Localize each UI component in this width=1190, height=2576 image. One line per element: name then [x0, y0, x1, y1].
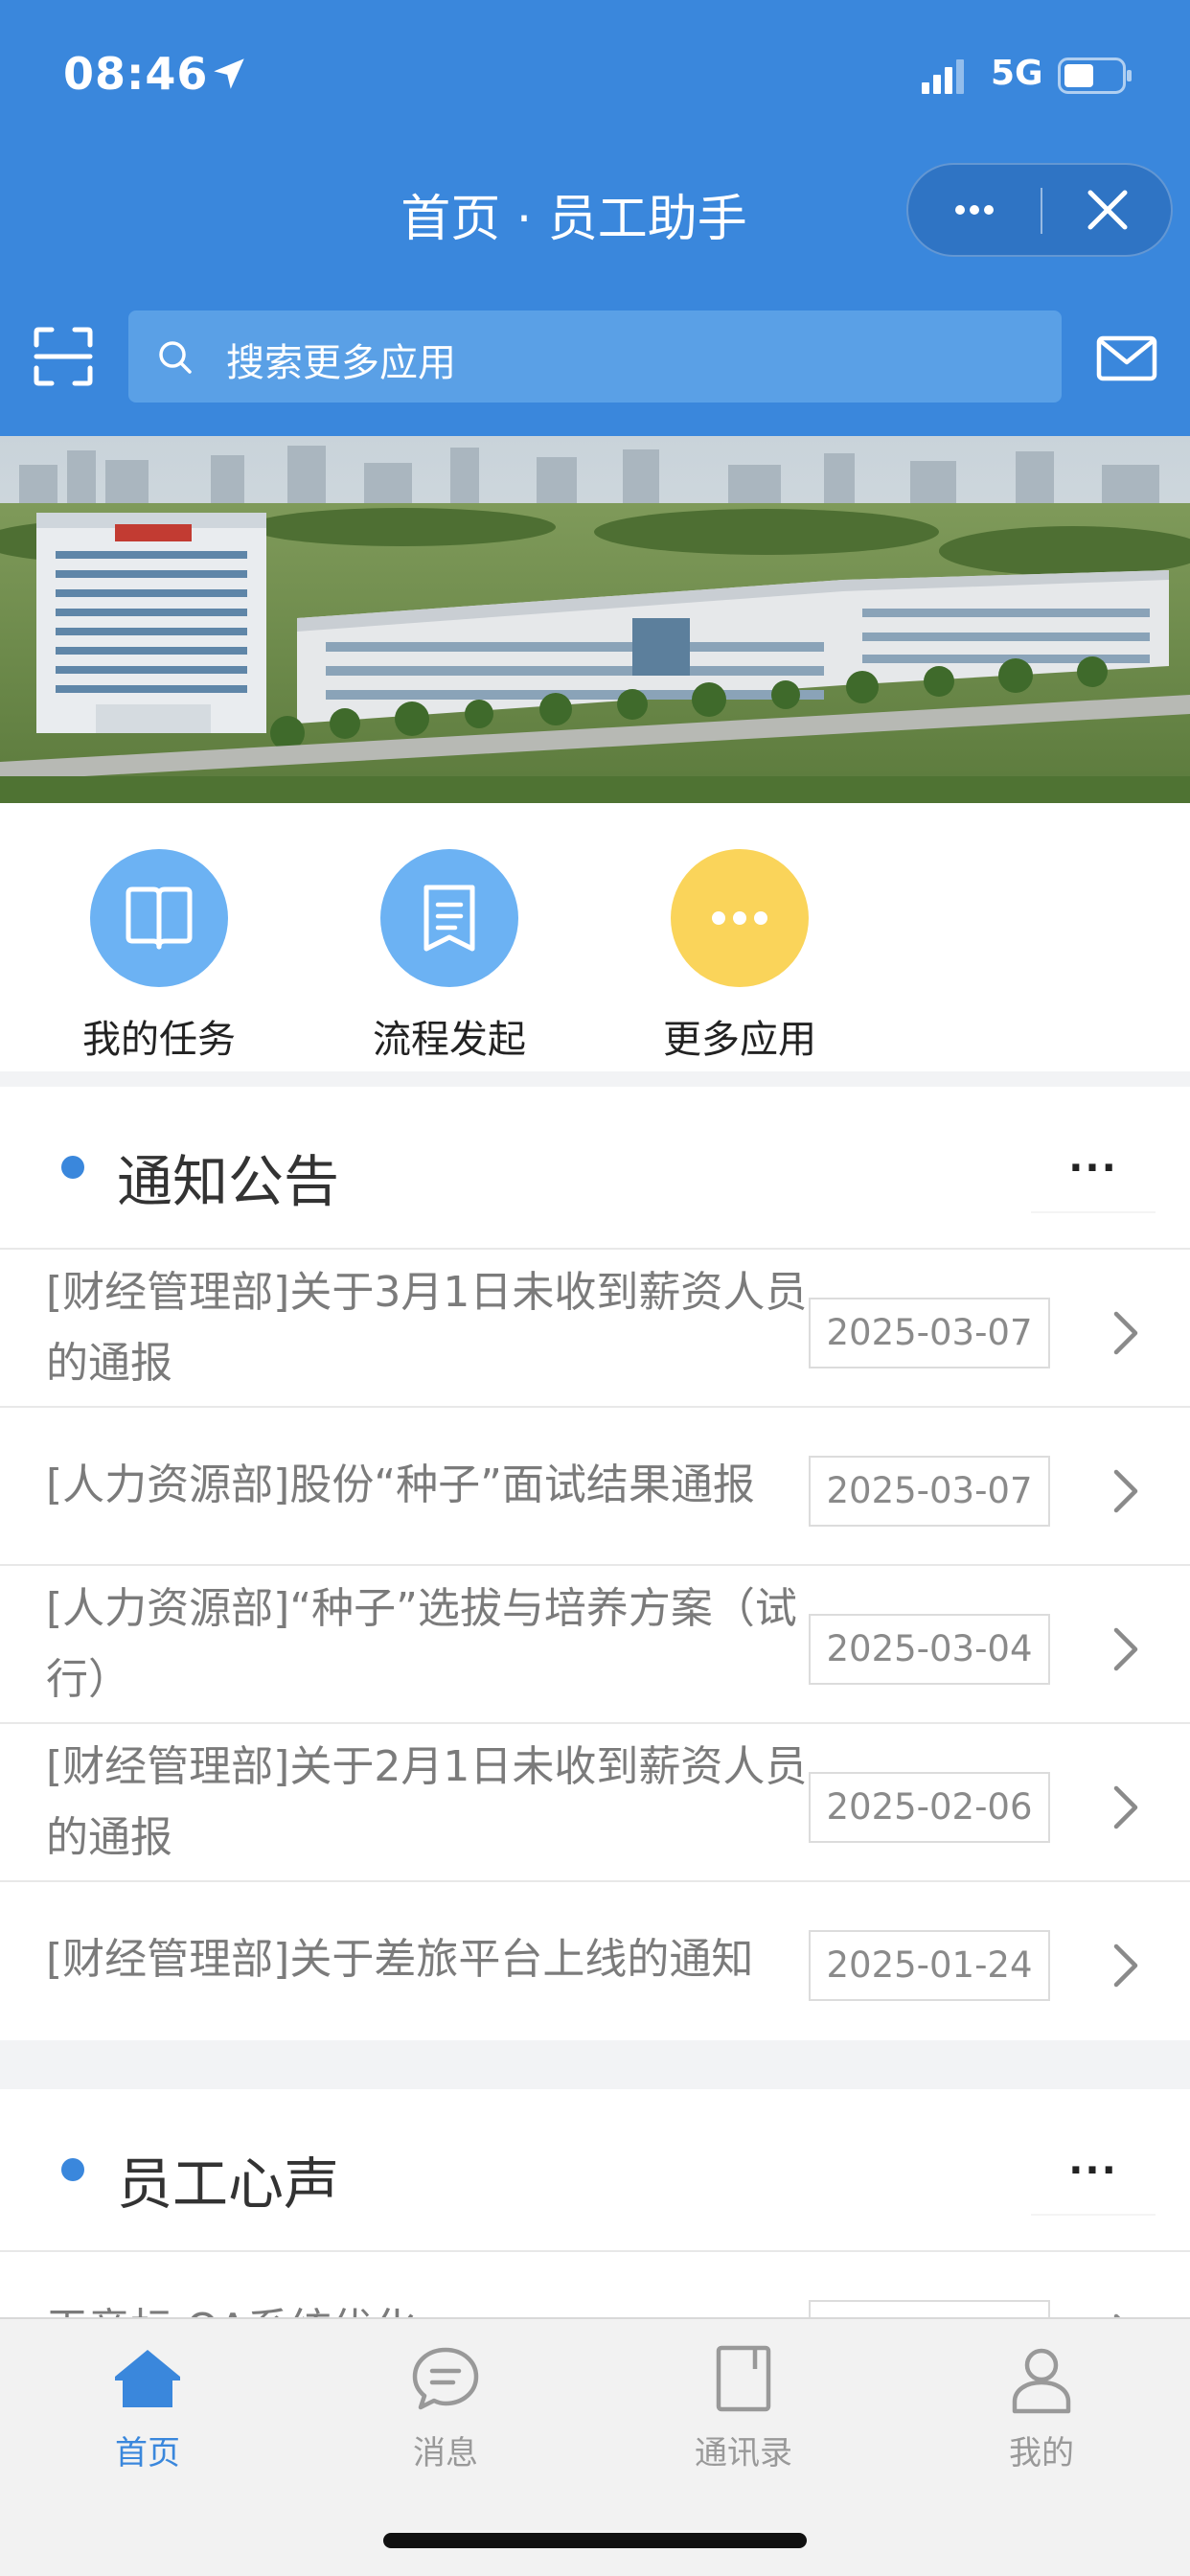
section-title: 通知公告 [117, 1149, 340, 1214]
more-menu-button[interactable] [908, 165, 1041, 255]
section-header: 通知公告 ... [0, 1087, 1190, 1248]
notice-date: 2025-03-07 [809, 1456, 1050, 1527]
status-time: 08:46 [63, 48, 209, 100]
quick-app-circle [380, 849, 518, 987]
tab-label: 首页 [115, 2434, 180, 2472]
search-placeholder: 搜索更多应用 [226, 341, 456, 385]
quick-app-more-apps[interactable]: 更多应用 [644, 849, 835, 1064]
network-type: 5G [991, 54, 1043, 93]
chevron-right-icon [1113, 1944, 1138, 1988]
notice-date: 2025-03-07 [809, 1298, 1050, 1368]
tab-home[interactable]: 首页 [42, 2340, 253, 2473]
voice-title: 王竞标 OA系统优化 [46, 2294, 812, 2317]
quick-app-my-tasks[interactable]: 我的任务 [63, 849, 255, 1064]
scan-icon[interactable] [33, 326, 94, 387]
mail-icon[interactable] [1096, 335, 1157, 381]
notice-row[interactable]: [财经管理部]关于差旅平台上线的通知 2025-01-24 [0, 1880, 1190, 2038]
section-header: 员工心声 ... [0, 2089, 1190, 2250]
voice-date: 2025-03-07 [809, 2300, 1050, 2317]
home-icon [115, 2350, 180, 2407]
notices-more-button[interactable]: ... [1031, 1137, 1156, 1213]
company-campus-banner[interactable] [0, 436, 1190, 803]
close-button[interactable] [1042, 165, 1173, 255]
notice-title: [财经管理部]关于3月1日未收到薪资人员的通报 [46, 1268, 808, 1388]
book-icon [126, 886, 193, 950]
notices-section: 通知公告 ... [财经管理部]关于3月1日未收到薪资人员的通报 2025-03… [0, 1087, 1190, 2040]
search-input[interactable]: 搜索更多应用 [128, 310, 1062, 402]
notice-row[interactable]: [人力资源部]“种子”选拔与培养方案（试行） 2025-03-04 [0, 1564, 1190, 1722]
notice-row[interactable]: [财经管理部]关于3月1日未收到薪资人员的通报 2025-03-07 [0, 1248, 1190, 1406]
tab-label: 消息 [413, 2434, 478, 2472]
location-arrow-icon [214, 58, 244, 89]
chevron-right-icon [1113, 1311, 1138, 1355]
quick-app-label: 更多应用 [663, 1018, 816, 1062]
chevron-right-icon [1113, 1785, 1138, 1829]
voices-section: 员工心声 ... 王竞标 OA系统优化 2025-03-07 [0, 2089, 1190, 2317]
document-icon [423, 885, 475, 952]
chevron-right-icon [1113, 1469, 1138, 1513]
quick-apps: 我的任务 流程发起 更多应用 [0, 803, 1190, 1071]
tab-messages[interactable]: 消息 [340, 2340, 551, 2473]
notice-title: [财经管理部]关于差旅平台上线的通知 [46, 1935, 754, 1984]
tab-label: 通讯录 [695, 2434, 792, 2472]
mini-program-capsule [906, 163, 1173, 257]
tab-contacts[interactable]: 通讯录 [638, 2340, 849, 2473]
home-indicator [383, 2533, 807, 2548]
tab-profile[interactable]: 我的 [936, 2340, 1147, 2473]
notice-row[interactable]: [人力资源部]股份“种子”面试结果通报 2025-03-07 [0, 1406, 1190, 1564]
quick-app-label: 流程发起 [373, 1018, 526, 1062]
quick-app-circle [90, 849, 228, 987]
notice-row[interactable]: [财经管理部]关于2月1日未收到薪资人员的通报 2025-02-06 [0, 1722, 1190, 1880]
section-bullet [61, 1156, 84, 1179]
more-dots-icon [712, 911, 767, 925]
battery-icon [1058, 58, 1132, 94]
quick-app-circle [671, 849, 809, 987]
notice-date: 2025-02-06 [809, 1772, 1050, 1843]
tab-label: 我的 [1009, 2434, 1074, 2472]
profile-icon [1012, 2348, 1071, 2414]
notice-title: [人力资源部]“种子”选拔与培养方案（试行） [46, 1584, 797, 1704]
voice-row[interactable]: 王竞标 OA系统优化 2025-03-07 [0, 2250, 1190, 2317]
notice-date: 2025-01-24 [809, 1930, 1050, 2001]
quick-app-label: 我的任务 [82, 1018, 236, 1062]
signal-icon [922, 59, 964, 94]
notice-title: [财经管理部]关于2月1日未收到薪资人员的通报 [46, 1742, 808, 1862]
notice-date: 2025-03-04 [809, 1614, 1050, 1685]
notice-title: [人力资源部]股份“种子”面试结果通报 [46, 1460, 755, 1509]
chevron-right-icon [1113, 1627, 1138, 1671]
section-bullet [61, 2158, 84, 2181]
section-title: 员工心声 [117, 2151, 340, 2217]
voices-more-button[interactable]: ... [1031, 2139, 1156, 2216]
contacts-icon [716, 2345, 771, 2412]
quick-app-start-process[interactable]: 流程发起 [354, 849, 545, 1064]
page-title-text: 首页 · 员工助手 [400, 191, 747, 248]
message-icon [412, 2347, 479, 2410]
search-icon [159, 341, 192, 374]
header: 08:46 5G 首页 · 员工助手 搜索更多应用 [0, 0, 1190, 436]
